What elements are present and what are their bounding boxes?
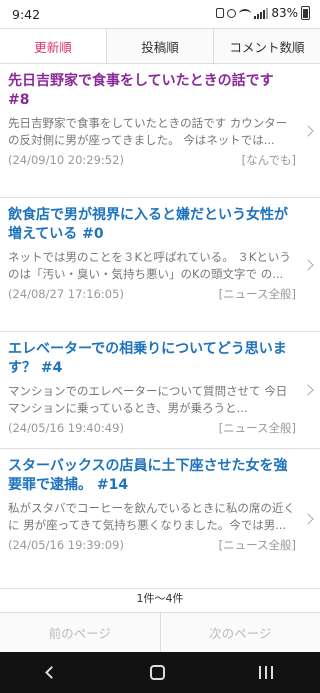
back-icon[interactable] xyxy=(45,666,58,679)
pagination: 前のページ 次のページ xyxy=(0,612,320,652)
item-title[interactable]: 先日吉野家で食事をしていたときの話です #8 xyxy=(8,72,296,110)
item-title[interactable]: エレベーターでの相乗りについてどう思います？ #4 xyxy=(8,340,296,378)
item-meta: (24/05/16 19:40:49) [ニュース全般] xyxy=(8,417,296,439)
topic-list: 先日吉野家で食事をしていたときの話です #8 先日吉野家で食事をしていたときの話… xyxy=(0,64,320,589)
chevron-right-icon xyxy=(302,124,314,137)
item-meta: (24/08/27 17:16:05) [ニュース全般] xyxy=(8,283,296,305)
item-body: マンションでのエレベーターについて質問させて 今日マンションに乗っているとき、男… xyxy=(8,384,288,415)
result-count: 1件～4件 xyxy=(136,592,184,605)
next-page-button[interactable]: 次のページ xyxy=(161,613,320,652)
wifi-icon xyxy=(239,8,252,18)
item-date: (24/05/16 19:40:49) xyxy=(8,421,124,435)
item-category: [ニュース全般] xyxy=(218,538,296,552)
item-category: [なんでも] xyxy=(241,153,296,167)
list-item[interactable]: エレベーターでの相乗りについてどう思います？ #4 マンションでのエレベーターに… xyxy=(0,332,320,449)
chevron-right-icon xyxy=(302,512,314,525)
system-nav-bar xyxy=(0,652,320,693)
item-meta: (24/09/10 20:29:52) [なんでも] xyxy=(8,149,296,171)
item-category: [ニュース全般] xyxy=(218,287,296,301)
item-meta: (24/05/16 19:39:09) [ニュース全般] xyxy=(8,534,296,556)
list-item[interactable]: 先日吉野家で食事をしていたときの話です #8 先日吉野家で食事をしていたときの話… xyxy=(0,64,320,198)
notification-icon xyxy=(216,8,225,18)
signal-icon xyxy=(254,7,269,19)
list-item[interactable]: 飲食店で男が視界に入ると嫌だという女性が増えている #0 ネットでは男のことを３… xyxy=(0,198,320,332)
recent-apps-icon[interactable] xyxy=(259,666,273,679)
item-body: ネットでは男のことを３Kと呼ばれている。 ３Kというのは「汚い・臭い・気持ち悪い… xyxy=(8,250,291,281)
tab-comment-count[interactable]: コメント数順 xyxy=(214,29,320,63)
chevron-right-icon xyxy=(302,258,314,271)
status-time: 9:42 xyxy=(12,7,41,22)
tab-newest[interactable]: 更新順 xyxy=(0,29,107,63)
item-body: 私がスタバでコーヒーを飲んでいるときに私の席の近くに 男が座ってきて気持ち悪くな… xyxy=(8,501,295,532)
item-date: (24/09/10 20:29:52) xyxy=(8,153,124,167)
item-date: (24/05/16 19:39:09) xyxy=(8,538,124,552)
item-title[interactable]: 飲食店で男が視界に入ると嫌だという女性が増えている #0 xyxy=(8,206,296,244)
status-icons: 83% xyxy=(216,6,310,20)
battery-icon xyxy=(301,6,310,20)
prev-page-button[interactable]: 前のページ xyxy=(0,613,161,652)
status-bar: 9:42 83% xyxy=(0,0,320,28)
tab-posted[interactable]: 投稿順 xyxy=(107,29,214,63)
item-title[interactable]: スターバックスの店員に土下座させた女を強要罪で逮捕。 #14 xyxy=(8,457,296,495)
chevron-right-icon xyxy=(302,384,314,396)
list-item[interactable]: スターバックスの店員に土下座させた女を強要罪で逮捕。 #14 私がスタバでコーヒ… xyxy=(0,449,320,589)
item-body: 先日吉野家で食事をしていたときの話です カウンターの反対側に男が座ってきました。… xyxy=(8,116,288,147)
alarm-icon xyxy=(227,8,237,18)
sort-tabs: 更新順 投稿順 コメント数順 xyxy=(0,28,320,64)
home-icon[interactable] xyxy=(150,665,165,680)
item-category: [ニュース全般] xyxy=(218,421,296,435)
item-date: (24/08/27 17:16:05) xyxy=(8,287,124,301)
battery-percent: 83% xyxy=(271,6,298,20)
